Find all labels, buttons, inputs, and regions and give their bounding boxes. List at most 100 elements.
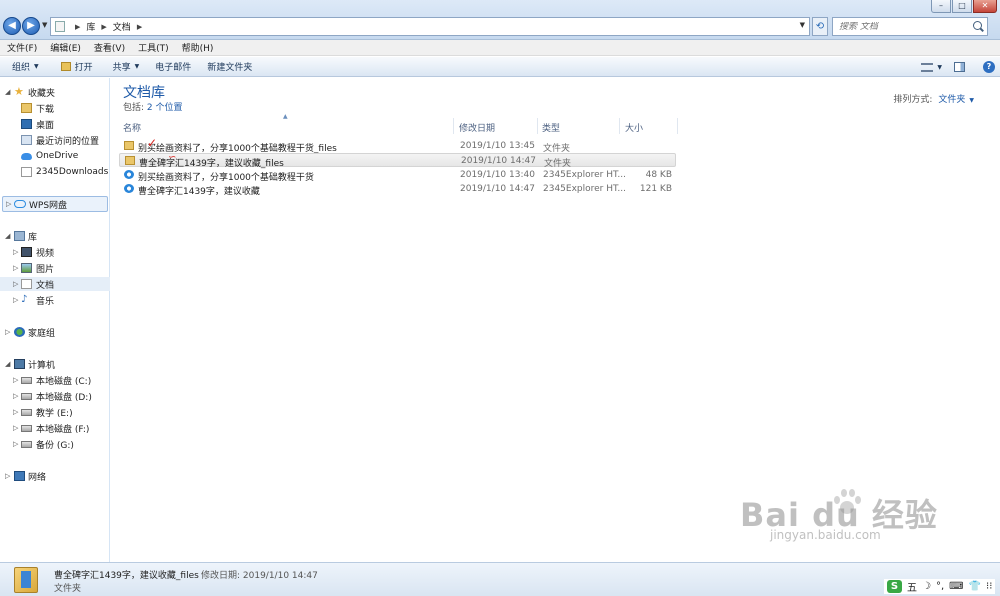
minimize-button[interactable]: – (931, 0, 951, 13)
breadcrumb-chevron-icon[interactable]: ▶ (101, 23, 106, 31)
column-divider[interactable] (537, 118, 538, 134)
nav-desktop-label: 桌面 (36, 120, 55, 131)
breadcrumb-chevron-icon[interactable]: ▶ (137, 23, 142, 31)
nav-recent-label: 最近访问的位置 (36, 136, 100, 147)
nav-downloads-label: 下载 (36, 104, 55, 115)
column-divider[interactable] (619, 118, 620, 134)
expand-arrow-icon[interactable]: ▷ (13, 248, 18, 256)
expand-arrow-icon[interactable]: ▷ (13, 280, 18, 288)
nav-2345downloads[interactable]: 2345Downloads (0, 165, 110, 179)
nav-wps-cloud[interactable]: ▷ WPS网盘 (2, 196, 108, 212)
collapse-arrow-icon[interactable]: ◢ (5, 232, 10, 240)
nav-drive-g-label: 备份 (G:) (36, 440, 74, 451)
column-divider[interactable] (677, 118, 678, 134)
breadcrumb-documents[interactable]: 文档 (113, 20, 131, 33)
nav-computer[interactable]: ◢ 计算机 (0, 357, 110, 371)
expand-arrow-icon[interactable]: ▷ (13, 296, 18, 304)
breadcrumb-chevron-icon[interactable]: ▶ (75, 23, 80, 31)
menu-help[interactable]: 帮助(H) (182, 41, 214, 54)
forward-button[interactable]: ▶ (22, 17, 40, 35)
column-date[interactable]: 修改日期 (459, 121, 495, 134)
column-divider[interactable] (453, 118, 454, 134)
nav-pictures[interactable]: ▷ 图片 (0, 261, 110, 275)
expand-arrow-icon[interactable]: ▷ (13, 264, 18, 272)
punctuation-icon[interactable]: °, (936, 581, 944, 592)
new-folder-button[interactable]: 新建文件夹 (201, 60, 258, 73)
expand-arrow-icon[interactable]: ▷ (13, 392, 18, 400)
nav-network[interactable]: ▷ 网络 (0, 469, 110, 483)
menu-view[interactable]: 查看(V) (94, 41, 125, 54)
expand-arrow-icon[interactable]: ▷ (13, 440, 18, 448)
view-dropdown-icon[interactable]: ▼ (937, 64, 942, 71)
arrange-by-dropdown[interactable]: 文件夹 (938, 95, 965, 105)
sogou-logo-icon[interactable]: S (887, 580, 902, 593)
address-history-dropdown[interactable]: ▼ (800, 21, 805, 29)
nav-drive-d[interactable]: ▷ 本地磁盘 (D:) (0, 389, 110, 403)
nav-videos[interactable]: ▷ 视频 (0, 245, 110, 259)
nav-drive-f[interactable]: ▷ 本地磁盘 (F:) (0, 421, 110, 435)
grid-icon[interactable]: ⁝⁝ (986, 581, 992, 592)
open-button[interactable]: 打开 (55, 60, 99, 73)
help-icon[interactable]: ? (983, 61, 995, 73)
nav-2345downloads-label: 2345Downloads (36, 167, 109, 177)
keyboard-icon[interactable]: ⌨ (949, 581, 963, 592)
nav-libraries[interactable]: ◢ 库 (0, 229, 110, 243)
collapse-arrow-icon[interactable]: ◢ (5, 360, 10, 368)
details-type: 文件夹 (54, 584, 82, 594)
computer-icon (14, 359, 25, 369)
back-button[interactable]: ◀ (3, 17, 21, 35)
file-row[interactable]: 曹全碑字汇1439字，建议收藏_files 2019/1/10 14:47 文件… (119, 152, 676, 169)
column-type[interactable]: 类型 (542, 121, 560, 134)
search-icon[interactable] (973, 21, 982, 30)
desktop-icon (21, 119, 32, 129)
organize-button[interactable]: 组织 ▼ (6, 60, 45, 73)
expand-arrow-icon[interactable]: ▷ (13, 376, 18, 384)
change-view-icon[interactable] (921, 62, 934, 72)
share-button[interactable]: 共享 ▼ (107, 60, 146, 73)
nav-drive-e[interactable]: ▷ 教学 (E:) (0, 405, 110, 419)
collapse-arrow-icon[interactable]: ◢ (5, 88, 10, 96)
dropdown-arrow-icon[interactable]: ▼ (969, 97, 974, 104)
includes-locations-link[interactable]: 2 个位置 (147, 103, 183, 113)
expand-arrow-icon[interactable]: ▷ (13, 408, 18, 416)
recent-pages-dropdown[interactable]: ▼ (42, 21, 47, 29)
menu-tools[interactable]: 工具(T) (138, 41, 169, 54)
nav-drive-c[interactable]: ▷ 本地磁盘 (C:) (0, 373, 110, 387)
nav-favorites[interactable]: ◢ ★ 收藏夹 (0, 85, 110, 99)
expand-arrow-icon[interactable]: ▷ (5, 472, 10, 480)
column-size[interactable]: 大小 (625, 121, 643, 134)
expand-arrow-icon[interactable]: ▷ (13, 424, 18, 432)
shirt-icon[interactable]: 👕 (969, 581, 981, 592)
menu-edit[interactable]: 编辑(E) (50, 41, 81, 54)
nav-desktop[interactable]: 桌面 (0, 117, 110, 131)
file-row[interactable]: 别买绘画资料了，分享1000个基础教程干货 2019/1/10 13:40 23… (119, 168, 676, 183)
nav-documents[interactable]: ▷ 文档 (0, 277, 110, 291)
search-box[interactable] (832, 17, 988, 36)
nav-homegroup[interactable]: ▷ 家庭组 (0, 325, 110, 339)
address-bar[interactable]: ▶ 库 ▶ 文档 ▶ ▼ (50, 17, 810, 36)
close-button[interactable]: ✕ (973, 0, 997, 13)
folder-icon (125, 156, 135, 165)
refresh-icon[interactable]: ⟲ (812, 17, 828, 36)
preview-pane-icon[interactable] (954, 62, 965, 72)
expand-arrow-icon[interactable]: ▷ (6, 200, 11, 208)
system-drive-icon (21, 376, 32, 384)
folder-icon (124, 141, 134, 150)
file-row[interactable]: 别买绘画资料了，分享1000个基础教程干货_files 2019/1/10 13… (119, 136, 676, 154)
nav-drive-g[interactable]: ▷ 备份 (G:) (0, 437, 110, 451)
nav-downloads[interactable]: 下载 (0, 101, 110, 115)
moon-icon[interactable]: ☽ (922, 581, 931, 592)
file-type: 2345Explorer HT... (543, 184, 627, 194)
ime-mode[interactable]: 五 (907, 579, 917, 594)
nav-music[interactable]: ▷ ♪ 音乐 (0, 293, 110, 307)
nav-onedrive[interactable]: OneDrive (0, 149, 110, 163)
file-row[interactable]: 曹全碑字汇1439字，建议收藏 2019/1/10 14:47 2345Expl… (119, 182, 676, 197)
maximize-button[interactable]: □ (952, 0, 972, 13)
breadcrumb-library[interactable]: 库 (86, 20, 95, 33)
nav-recent-places[interactable]: 最近访问的位置 (0, 133, 110, 147)
expand-arrow-icon[interactable]: ▷ (5, 328, 10, 336)
column-name[interactable]: 名称 (123, 121, 141, 134)
menu-file[interactable]: 文件(F) (7, 41, 37, 54)
email-button[interactable]: 电子邮件 (149, 60, 197, 73)
search-input[interactable] (839, 21, 969, 32)
